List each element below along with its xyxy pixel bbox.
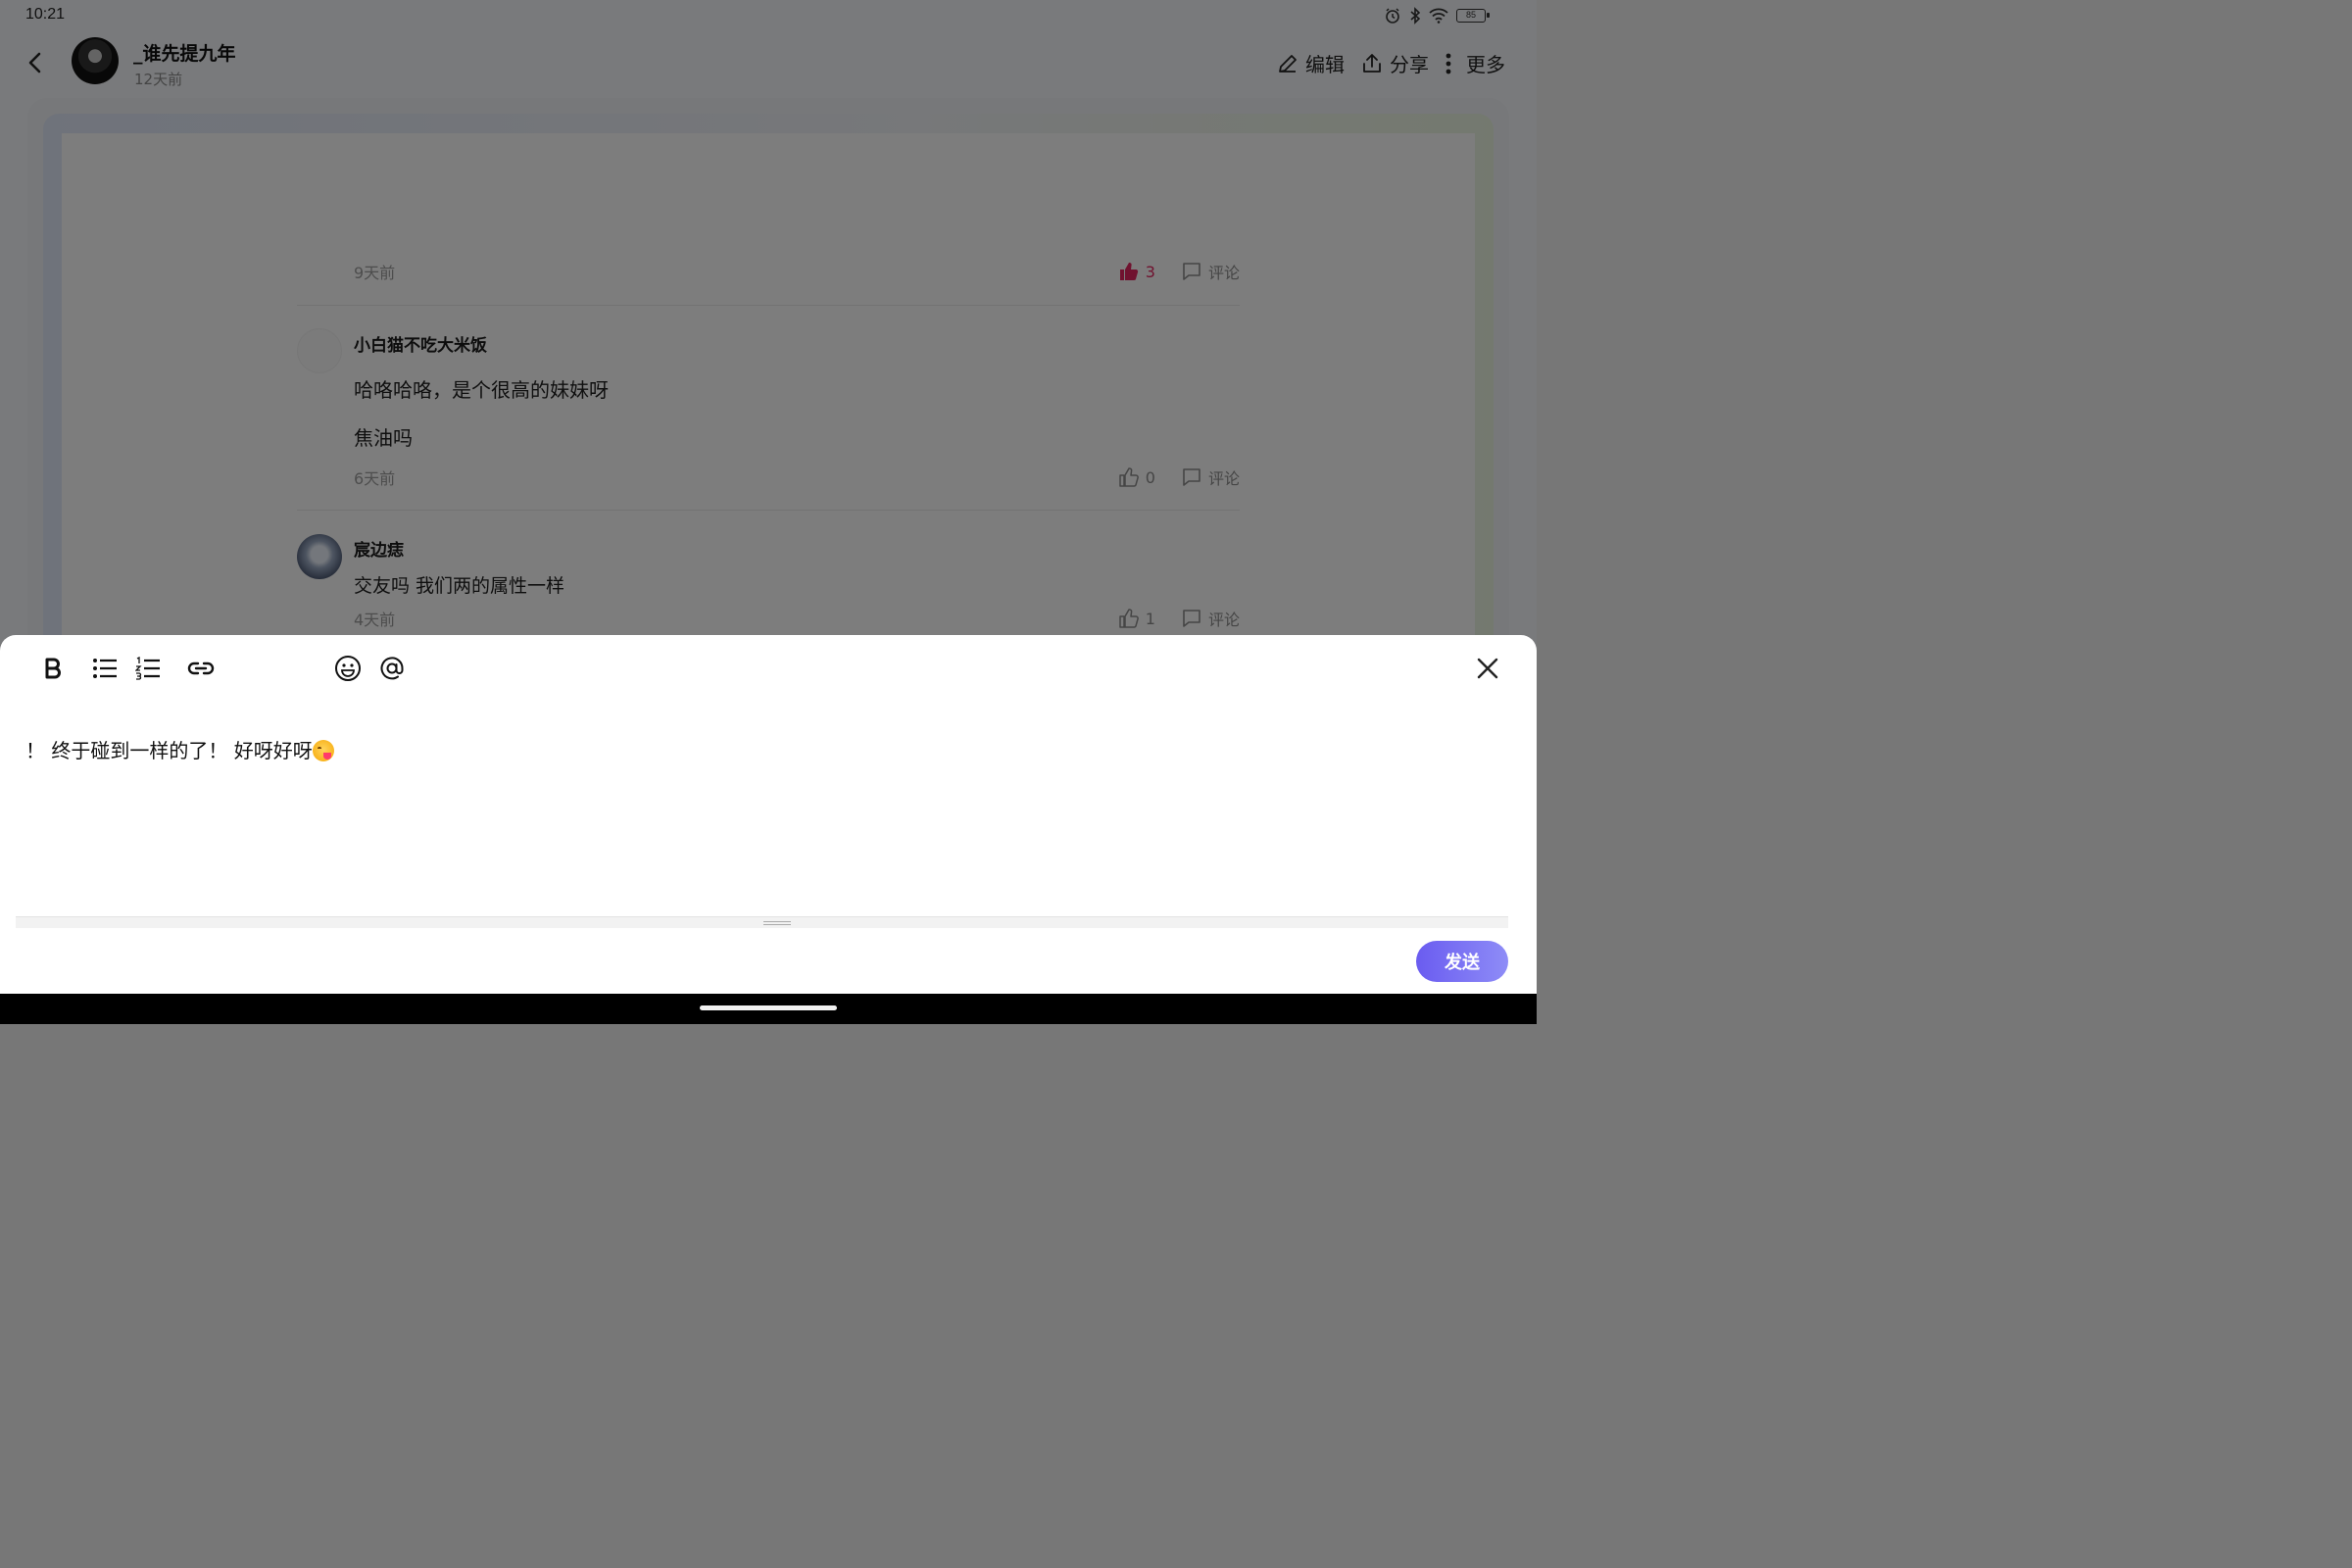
editor-resize-handle[interactable] <box>16 916 1508 928</box>
bold-button[interactable] <box>36 652 70 685</box>
comment-input[interactable]: ！ 终于碰到一样的了！ 好呀好呀 <box>25 735 334 763</box>
numbered-list-icon <box>135 657 160 680</box>
comment-editor-sheet: ！ 终于碰到一样的了！ 好呀好呀 发送 <box>0 635 1537 994</box>
link-button[interactable] <box>184 652 218 685</box>
close-icon <box>1477 658 1498 679</box>
grip-icon <box>763 921 791 925</box>
bold-icon <box>45 658 61 679</box>
system-nav-bar <box>0 994 1537 1024</box>
link-icon <box>187 662 215 675</box>
mention-icon <box>380 657 404 680</box>
send-button[interactable]: 发送 <box>1416 941 1508 982</box>
bullet-list-button[interactable] <box>88 652 122 685</box>
close-button[interactable] <box>1471 652 1504 685</box>
mention-button[interactable] <box>375 652 409 685</box>
comment-input-text: ！ 终于碰到一样的了！ 好呀好呀 <box>25 739 313 762</box>
home-gesture-handle[interactable] <box>700 1005 837 1010</box>
emoji-button[interactable] <box>331 652 365 685</box>
yum-emoji-icon <box>312 740 334 761</box>
emoji-icon <box>335 656 361 681</box>
bullet-list-icon <box>93 659 117 678</box>
editor-toolbar <box>0 635 1537 700</box>
numbered-list-button[interactable] <box>131 652 165 685</box>
